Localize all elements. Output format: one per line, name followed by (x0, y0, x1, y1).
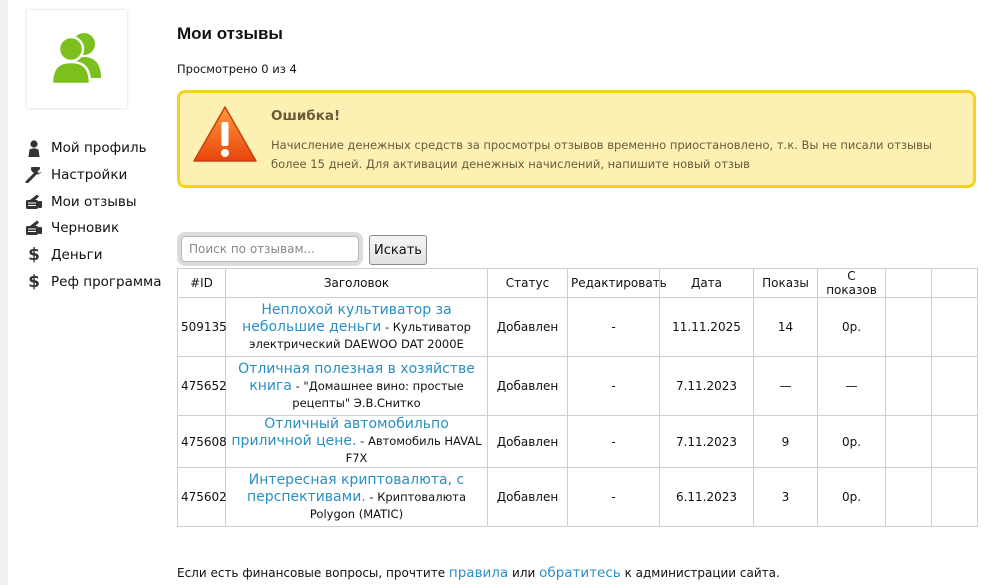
table-row: 509135 Неплохой культиватор за небольшие… (177, 297, 978, 357)
status-badge: Добавлен (487, 415, 568, 468)
sidebar-item-label: Мои отзывы (51, 193, 137, 210)
footer-text: Если есть финансовые вопросы, прочтите (177, 566, 449, 580)
empty-cell (885, 356, 932, 416)
review-earned: 0р. (817, 415, 886, 468)
sidebar-item-label: Деньги (51, 247, 103, 264)
sidebar-item-draft[interactable]: Черновик (24, 215, 162, 242)
column-header-views: Показы (753, 268, 818, 298)
edit-cell: - (567, 467, 660, 527)
rules-link[interactable]: правила (449, 565, 508, 581)
review-id: 475608 (177, 415, 227, 468)
empty-cell (931, 467, 978, 527)
column-header-edit: Редактировать (567, 268, 667, 298)
dollar-icon: $ (28, 245, 40, 266)
footer-note: Если есть финансовые вопросы, прочтите п… (177, 565, 780, 581)
hand-writing-icon (24, 193, 44, 211)
sidebar-item-profile[interactable]: Мой профиль (24, 135, 162, 162)
table-row: 475608 Отличный автомобильпо приличной ц… (177, 415, 978, 468)
reviews-table: #ID Заголовок Статус Редактировать Дата … (177, 268, 978, 527)
column-header-date: Дата (659, 268, 754, 298)
table-row: 475652 Отличная полезная в хозяйстве кни… (177, 356, 978, 416)
review-views: 3 (753, 467, 818, 527)
table-row: 475602 Интересная криптовалюта, с перспе… (177, 467, 978, 527)
contact-link[interactable]: обратитесь (539, 565, 621, 581)
page-title: Мои отзывы (177, 24, 283, 43)
table-header-row: #ID Заголовок Статус Редактировать Дата … (177, 268, 978, 298)
empty-cell (931, 356, 978, 416)
sidebar-item-label: Реф программа (51, 273, 162, 290)
review-earned: — (817, 356, 886, 416)
footer-text: или (508, 566, 540, 580)
sidebar-item-label: Настройки (51, 167, 128, 184)
review-earned: 0р. (817, 297, 886, 357)
empty-cell (885, 415, 932, 468)
review-views: 9 (753, 415, 818, 468)
column-header-status: Статус (487, 268, 568, 298)
column-header-empty (885, 268, 932, 298)
alert-title: Ошибка! (271, 108, 341, 124)
avatar[interactable] (27, 10, 127, 108)
column-header-empty (931, 268, 978, 298)
search-box (177, 232, 363, 266)
review-id: 509135 (177, 297, 227, 357)
sidebar-item-my-reviews[interactable]: Мои отзывы (24, 188, 162, 215)
review-views: — (753, 356, 818, 416)
sidebar-item-settings[interactable]: Настройки (24, 162, 162, 189)
warning-icon (193, 106, 257, 162)
review-title-cell: Отличная полезная в хозяйстве книга - "Д… (225, 356, 488, 416)
search-button[interactable]: Искать (369, 235, 427, 265)
error-alert: Ошибка! Начисление денежных средств за п… (177, 90, 976, 188)
review-date: 11.11.2025 (659, 297, 754, 357)
alert-message: Начисление денежных средств за просмотры… (271, 138, 932, 171)
empty-cell (931, 415, 978, 468)
users-icon (50, 33, 101, 86)
column-header-title: Заголовок (225, 268, 488, 298)
wrench-icon (24, 166, 44, 184)
person-icon (24, 139, 44, 157)
sidebar-item-label: Мой профиль (51, 140, 147, 157)
status-badge: Добавлен (487, 467, 568, 527)
column-header-earned: С показов (817, 268, 886, 298)
status-badge: Добавлен (487, 297, 568, 357)
review-id: 475602 (177, 467, 227, 527)
review-views: 14 (753, 297, 818, 357)
status-badge: Добавлен (487, 356, 568, 416)
review-title-cell: Отличный автомобильпо приличной цене. - … (225, 415, 488, 468)
dollar-icon: $ (28, 271, 40, 292)
viewed-counter: Просмотрено 0 из 4 (177, 62, 297, 76)
review-date: 7.11.2023 (659, 415, 754, 468)
footer-text: к администрации сайта. (620, 566, 780, 580)
column-header-id: #ID (177, 268, 226, 298)
review-object: - "Домашнее вино: простые рецепты" Э.В.С… (291, 378, 464, 410)
sidebar-item-money[interactable]: $ Деньги (24, 242, 162, 269)
edit-cell: - (567, 297, 660, 357)
sidebar-item-referral[interactable]: $ Реф программа (24, 268, 162, 295)
empty-cell (885, 297, 932, 357)
sidebar-nav: Мой профиль Настройки Мои отзывы Чернови… (24, 135, 162, 295)
review-title-cell: Интересная криптовалюта, с перспективами… (225, 467, 488, 527)
review-date: 6.11.2023 (659, 467, 754, 527)
left-edge-strip (0, 0, 8, 585)
review-id: 475652 (177, 356, 227, 416)
search-input[interactable] (181, 236, 359, 262)
review-earned: 0р. (817, 467, 886, 527)
review-date: 7.11.2023 (659, 356, 754, 416)
review-object: - Автомобиль HAVAL F7X (345, 434, 482, 465)
review-title-cell: Неплохой культиватор за небольшие деньги… (225, 297, 488, 357)
empty-cell (931, 297, 978, 357)
empty-cell (885, 467, 932, 527)
sidebar-item-label: Черновик (51, 220, 120, 237)
hand-writing-icon (24, 219, 44, 237)
edit-cell: - (567, 356, 660, 416)
edit-cell: - (567, 415, 660, 468)
